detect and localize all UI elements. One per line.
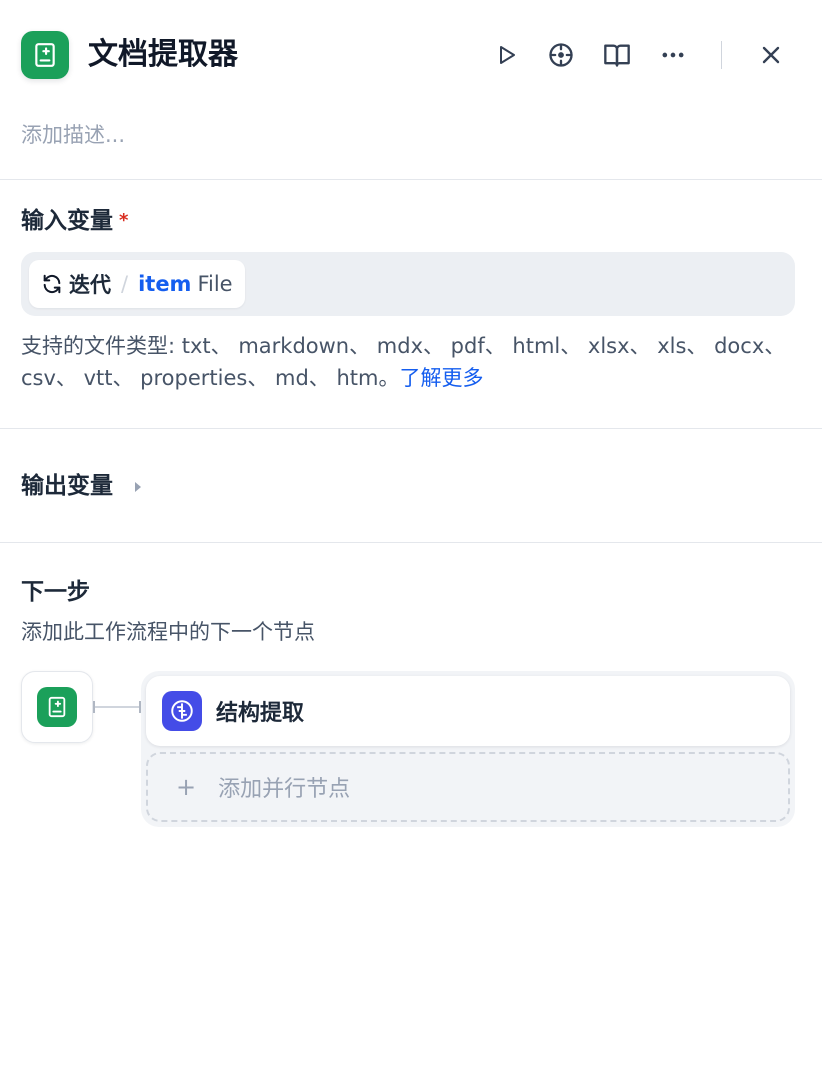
input-variables-label: 输入变量 — [21, 208, 113, 234]
variable-node-name: 迭代 — [69, 273, 111, 297]
variable-name: item — [138, 272, 192, 296]
more-icon — [662, 52, 684, 58]
variable-separator: / — [121, 272, 129, 296]
book-icon — [604, 44, 630, 67]
required-mark: * — [119, 210, 129, 231]
variable-selector[interactable]: 迭代 / item File — [21, 252, 795, 316]
next-node-item[interactable]: 结构提取 — [146, 676, 790, 746]
panel-header: 文档提取器 添加描述... — [0, 0, 822, 147]
section-divider — [0, 542, 822, 543]
supported-file-types: 支持的文件类型: txt、 markdown、 mdx、 pdf、 html、 … — [21, 330, 801, 394]
document-extractor-icon — [21, 31, 69, 79]
document-extractor-icon — [37, 687, 77, 727]
next-step-title: 下一步 — [21, 579, 90, 605]
output-variables-toggle[interactable]: 输出变量 — [21, 470, 143, 502]
description-input[interactable]: 添加描述... — [21, 120, 125, 150]
run-icon — [500, 46, 515, 64]
close-icon — [762, 46, 780, 64]
current-node — [21, 671, 93, 743]
variable-type: File — [197, 272, 233, 296]
close-button[interactable] — [754, 38, 788, 72]
next-step-description: 添加此工作流程中的下一个节点 — [21, 620, 315, 644]
plus-icon: + — [176, 773, 197, 801]
loop-icon — [43, 274, 61, 294]
node-config-panel: 文档提取器 添加描述... 输入变量 * 迭代 / item File 支持的文… — [0, 0, 822, 1078]
target-icon — [549, 43, 573, 67]
add-parallel-node-label: 添加并行节点 — [218, 777, 351, 802]
next-nodes-list: 结构提取 + 添加并行节点 — [141, 671, 795, 827]
more-options-button[interactable] — [656, 38, 690, 72]
run-button[interactable] — [489, 38, 523, 72]
help-docs-button[interactable] — [600, 38, 634, 72]
input-variables-title: 输入变量 * — [21, 205, 128, 237]
locate-node-button[interactable] — [544, 38, 578, 72]
caret-right-icon — [135, 481, 142, 492]
section-divider — [0, 179, 822, 180]
output-variables-label: 输出变量 — [21, 473, 113, 499]
llm-structure-icon — [162, 691, 202, 731]
learn-more-link[interactable]: 了解更多 — [399, 366, 483, 390]
page-title: 文档提取器 — [88, 37, 238, 72]
add-parallel-node-button[interactable]: + 添加并行节点 — [146, 752, 790, 822]
header-divider — [721, 41, 722, 69]
variable-chip[interactable]: 迭代 / item File — [29, 260, 245, 308]
section-divider — [0, 428, 822, 429]
next-node-label: 结构提取 — [216, 701, 305, 726]
node-connector — [93, 701, 141, 713]
